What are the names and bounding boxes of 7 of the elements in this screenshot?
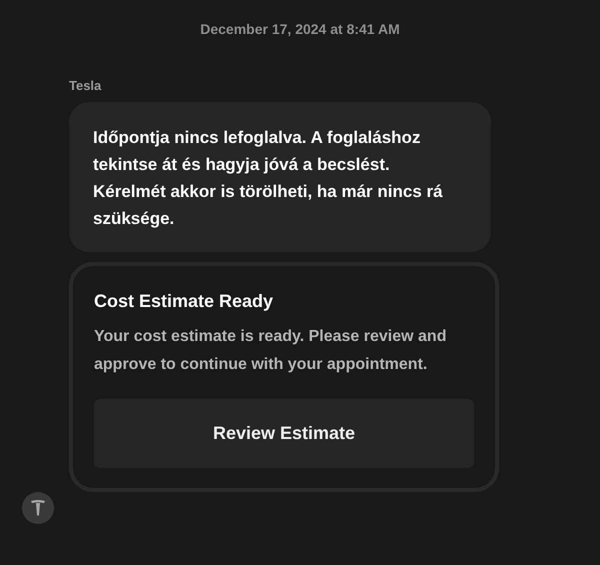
card-body: Your cost estimate is ready. Please review and approve to continue with your appointment.	[94, 326, 448, 374]
message-timestamp: December 17, 2024 at 8:41 AM	[200, 20, 400, 39]
sender-name: Tesla	[69, 77, 102, 95]
review-estimate-button[interactable]: Review Estimate	[94, 398, 474, 468]
card-title: Cost Estimate Ready	[94, 290, 274, 313]
message-bubble: Időpontja nincs lefoglalva. A foglaláshoz tekintse át és hagyja jóvá a becslést. Kérelmét akkor is törölheti, ha már nincs rá szüksége.	[69, 102, 491, 252]
logo-icon	[31, 500, 45, 516]
